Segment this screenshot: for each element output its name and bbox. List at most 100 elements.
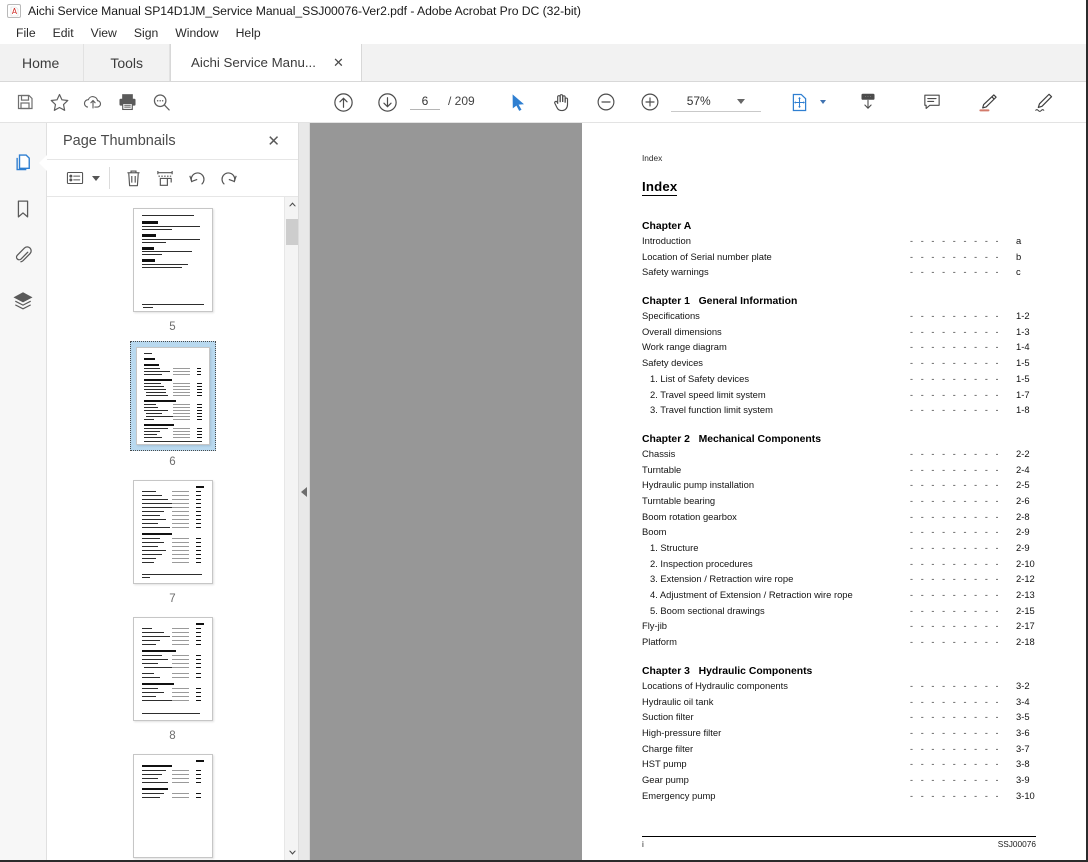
chevron-down-icon[interactable] bbox=[92, 175, 100, 181]
menu-edit[interactable]: Edit bbox=[45, 25, 83, 42]
pdf-toc-label: 3. Travel function limit system bbox=[650, 404, 773, 416]
trash-delete-icon[interactable] bbox=[117, 163, 149, 193]
scrollbar-thumb[interactable] bbox=[286, 219, 298, 245]
pdf-toc-row: Location of Serial number plate - - - - -… bbox=[642, 251, 1036, 267]
thumbnail-preview bbox=[135, 347, 210, 445]
thumbnails-list[interactable]: 5 6 7 8 bbox=[47, 197, 298, 860]
rotate-counterclockwise-icon[interactable] bbox=[181, 163, 213, 193]
page-display-icon[interactable] bbox=[851, 85, 885, 119]
thumbnail-item[interactable]: 7 bbox=[47, 476, 298, 605]
pdf-toc-label: HST pump bbox=[642, 758, 687, 770]
collapse-left-arrow-icon[interactable] bbox=[301, 486, 307, 497]
thumbnail-frame[interactable] bbox=[129, 476, 217, 588]
zoom-level-select[interactable]: 57% bbox=[670, 92, 761, 112]
thumbnail-frame-selected[interactable] bbox=[129, 341, 216, 451]
highlight-icon[interactable] bbox=[971, 85, 1005, 119]
document-viewport[interactable]: Index Index Chapter A Introduction - - - -… bbox=[310, 123, 1086, 860]
pdf-toc-leader-dots: - - - - - - - - - - - - bbox=[910, 712, 998, 723]
main-toolbar: / 209 bbox=[0, 82, 1086, 123]
thumbnail-frame[interactable] bbox=[129, 613, 217, 725]
page-number-input[interactable] bbox=[410, 94, 440, 110]
comment-icon[interactable] bbox=[915, 85, 949, 119]
thumbnail-frame[interactable] bbox=[129, 750, 217, 860]
search-icon[interactable] bbox=[144, 85, 178, 119]
pdf-toc-row: Locations of Hydraulic components - - - -… bbox=[642, 680, 1036, 696]
pdf-toc-page-number: 2-17 bbox=[1016, 620, 1035, 632]
thumbnails-scrollbar[interactable] bbox=[284, 197, 298, 860]
thumbnail-item[interactable]: 6 bbox=[47, 341, 298, 468]
menu-window[interactable]: Window bbox=[167, 25, 227, 42]
arrow-up-circle-icon[interactable] bbox=[326, 85, 360, 119]
star-icon[interactable] bbox=[42, 85, 76, 119]
zoom-out-icon[interactable] bbox=[589, 85, 623, 119]
pdf-toc-leader-dots: - - - - - - - - - - - - bbox=[910, 696, 998, 707]
scroll-up-icon[interactable] bbox=[285, 197, 298, 212]
pdf-toc-page-number: 3-5 bbox=[1016, 711, 1030, 723]
pdf-toc-leader-dots: - - - - - - - - - - - - bbox=[910, 574, 998, 585]
save-icon[interactable] bbox=[8, 85, 42, 119]
pdf-chapter-heading: Chapter 2 Mechanical Components bbox=[642, 433, 821, 445]
pdf-toc-label: 5. Boom sectional drawings bbox=[650, 604, 765, 616]
acrobat-window: A Aichi Service Manual SP14D1JM_Service … bbox=[0, 0, 1088, 862]
list-options-icon[interactable] bbox=[59, 163, 91, 193]
cursor-select-icon[interactable] bbox=[501, 85, 535, 119]
pdf-toc-leader-dots: - - - - - - - - - - - - bbox=[910, 495, 998, 506]
chevron-down-icon[interactable] bbox=[736, 98, 745, 104]
print-icon[interactable] bbox=[110, 85, 144, 119]
fit-page-icon[interactable] bbox=[783, 85, 817, 119]
pdf-toc-leader-dots: - - - - - - - - - - - - bbox=[910, 527, 998, 538]
thumbnail-frame[interactable] bbox=[129, 204, 217, 316]
rotate-clockwise-icon[interactable] bbox=[213, 163, 245, 193]
pdf-toc-row: Turntable - - - - - - - - - - - - 2-4 bbox=[642, 464, 1036, 480]
menu-sign[interactable]: Sign bbox=[126, 25, 167, 42]
rail-attachments[interactable] bbox=[3, 232, 43, 278]
pdf-toc-row: 1. List of Safety devices - - - - - - - -… bbox=[642, 373, 1036, 389]
tab-home[interactable]: Home bbox=[0, 44, 85, 81]
tab-tools[interactable]: Tools bbox=[84, 44, 171, 81]
pdf-toc-row: Safety warnings - - - - - - - - - - - - c bbox=[642, 266, 1036, 282]
draw-freehand-icon[interactable] bbox=[1027, 85, 1061, 119]
menu-view[interactable]: View bbox=[83, 25, 126, 42]
extract-pages-icon[interactable] bbox=[149, 163, 181, 193]
pdf-toc-row: Suction filter - - - - - - - - - - - - 3-5 bbox=[642, 711, 1036, 727]
arrow-down-circle-icon[interactable] bbox=[370, 85, 404, 119]
pdf-toc-label: Locations of Hydraulic components bbox=[642, 679, 788, 691]
rail-page-thumbnails[interactable] bbox=[3, 140, 43, 186]
thumbnail-item[interactable]: 9 bbox=[47, 750, 298, 860]
rail-bookmarks[interactable] bbox=[3, 186, 43, 232]
window-title: Aichi Service Manual SP14D1JM_Service Ma… bbox=[28, 4, 581, 18]
thumbnail-preview bbox=[132, 754, 213, 858]
pdf-toc-label: Boom rotation gearbox bbox=[642, 510, 737, 522]
pdf-toc-label: 2. Travel speed limit system bbox=[650, 388, 766, 400]
thumbnails-toolbar bbox=[47, 159, 298, 197]
rail-layers[interactable] bbox=[3, 278, 43, 324]
pdf-toc-leader-dots: - - - - - - - - - - - - bbox=[910, 543, 998, 553]
hand-pan-icon[interactable] bbox=[545, 85, 579, 119]
pdf-toc-label: Turntable bearing bbox=[642, 494, 716, 506]
menu-file[interactable]: File bbox=[8, 25, 45, 42]
pdf-toc-row: Platform - - - - - - - - - - - - 2-18 bbox=[642, 636, 1036, 652]
pdf-toc-page-number: 1-4 bbox=[1016, 341, 1030, 353]
pdf-toc-row: Turntable bearing - - - - - - - - - - - -… bbox=[642, 495, 1036, 511]
thumbnail-page-number: 7 bbox=[169, 593, 176, 605]
close-icon[interactable]: ✕ bbox=[263, 132, 284, 151]
panel-collapse-handle[interactable] bbox=[299, 123, 310, 860]
menu-help[interactable]: Help bbox=[228, 25, 270, 42]
panel-title: Page Thumbnails bbox=[63, 133, 176, 149]
pdf-toc-leader-dots: - - - - - - - - - - - - bbox=[910, 311, 998, 322]
thumbnail-item[interactable]: 5 bbox=[47, 204, 298, 333]
pdf-toc-row: 5. Boom sectional drawings - - - - - - - … bbox=[642, 605, 1036, 621]
close-icon[interactable]: ✕ bbox=[330, 54, 347, 71]
scroll-down-icon[interactable] bbox=[285, 845, 298, 860]
tab-document[interactable]: Aichi Service Manu... ✕ bbox=[170, 44, 362, 81]
thumbnail-item[interactable]: 8 bbox=[47, 613, 298, 742]
fill-and-sign-icon[interactable] bbox=[1083, 85, 1086, 119]
upload-to-cloud-icon[interactable] bbox=[76, 85, 110, 119]
page-navigation-field[interactable]: / 209 bbox=[410, 94, 475, 110]
pdf-toc-label: Gear pump bbox=[642, 773, 689, 785]
fit-page-chevron-down-icon[interactable] bbox=[819, 100, 826, 104]
thumbnail-preview bbox=[132, 480, 213, 584]
pdf-toc-page-number: 3-10 bbox=[1016, 789, 1035, 801]
pdf-toc-leader-dots: - - - - - - - - - - - - bbox=[910, 743, 998, 754]
zoom-in-icon[interactable] bbox=[633, 85, 667, 119]
